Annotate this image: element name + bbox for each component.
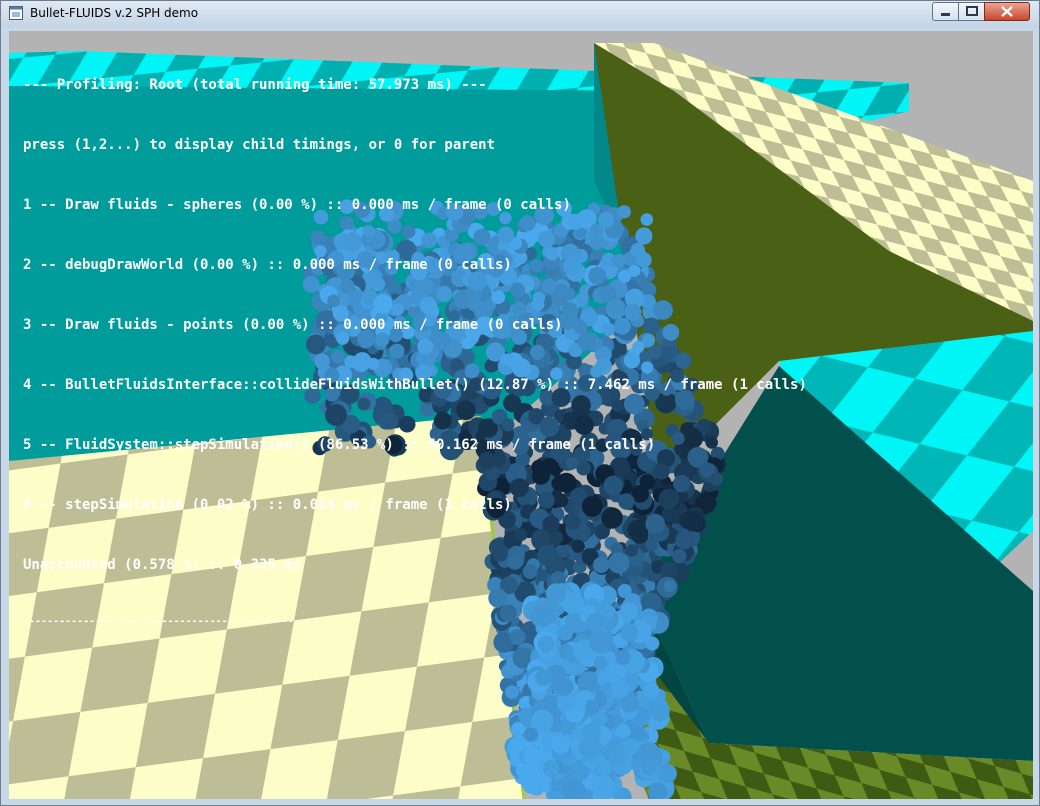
profiler-line: 2 -- debugDrawWorld (0.00 %) :: 0.000 ms… — [23, 257, 512, 273]
render-viewport[interactable]: --- Profiling: Root (total running time:… — [9, 31, 1033, 799]
fluid-particle — [643, 682, 660, 700]
profiler-header: --- Profiling: Root (total running time:… — [23, 77, 487, 93]
fluid-particle — [616, 723, 631, 739]
fluid-particle — [554, 677, 574, 696]
profiler-overlay: --- Profiling: Root (total running time:… — [23, 35, 807, 675]
fluid-particle — [621, 695, 639, 713]
profiler-hint: press (1,2...) to display child timings,… — [23, 137, 496, 153]
fluid-particle — [542, 760, 560, 777]
fluid-particle — [522, 774, 540, 792]
app-window: Bullet-FLUIDS v.2 SPH demo --- Profiling… — [0, 0, 1040, 806]
profiler-line: 1 -- Draw fluids - spheres (0.00 %) :: 0… — [23, 197, 571, 213]
fluid-particle — [585, 699, 600, 715]
profiler-line: 4 -- BulletFluidsInterface::collideFluid… — [23, 377, 807, 393]
minimize-icon — [941, 13, 950, 16]
fluid-particle — [557, 694, 575, 713]
window-title: Bullet-FLUIDS v.2 SPH demo — [30, 6, 199, 20]
maximize-button[interactable] — [958, 2, 985, 21]
profiler-line: 5 -- FluidSystem::stepSimulation() (86.5… — [23, 437, 656, 453]
fluid-particle — [649, 701, 670, 722]
close-button[interactable] — [984, 2, 1030, 21]
maximize-icon — [966, 6, 978, 16]
fluid-particle — [505, 685, 519, 699]
profiler-line: 6 -- stepSimulation (0.02 %) :: 0.014 ms… — [23, 497, 512, 513]
close-icon — [1001, 6, 1013, 17]
fluid-particle — [592, 775, 616, 798]
fluid-particle — [551, 735, 570, 754]
title-bar[interactable]: Bullet-FLUIDS v.2 SPH demo — [1, 1, 1039, 27]
profiler-line: 3 -- Draw fluids - points (0.00 %) :: 0.… — [23, 317, 563, 333]
fluid-particle — [578, 735, 603, 759]
profiler-separator: ----------------------------------------… — [23, 616, 319, 627]
profiler-unaccounted: Unaccounted (0.578 %) :: 0.335 ms — [23, 557, 302, 573]
fluid-particle — [523, 727, 538, 742]
fluid-particle — [596, 759, 612, 775]
fluid-particle — [577, 673, 597, 693]
minimize-button[interactable] — [932, 2, 959, 21]
fluid-particle — [531, 709, 554, 732]
fluid-particle — [641, 761, 657, 776]
fluid-particle — [571, 763, 589, 781]
window-app-icon — [9, 6, 23, 20]
fluid-particle — [510, 722, 526, 737]
fluid-particle — [610, 680, 630, 699]
